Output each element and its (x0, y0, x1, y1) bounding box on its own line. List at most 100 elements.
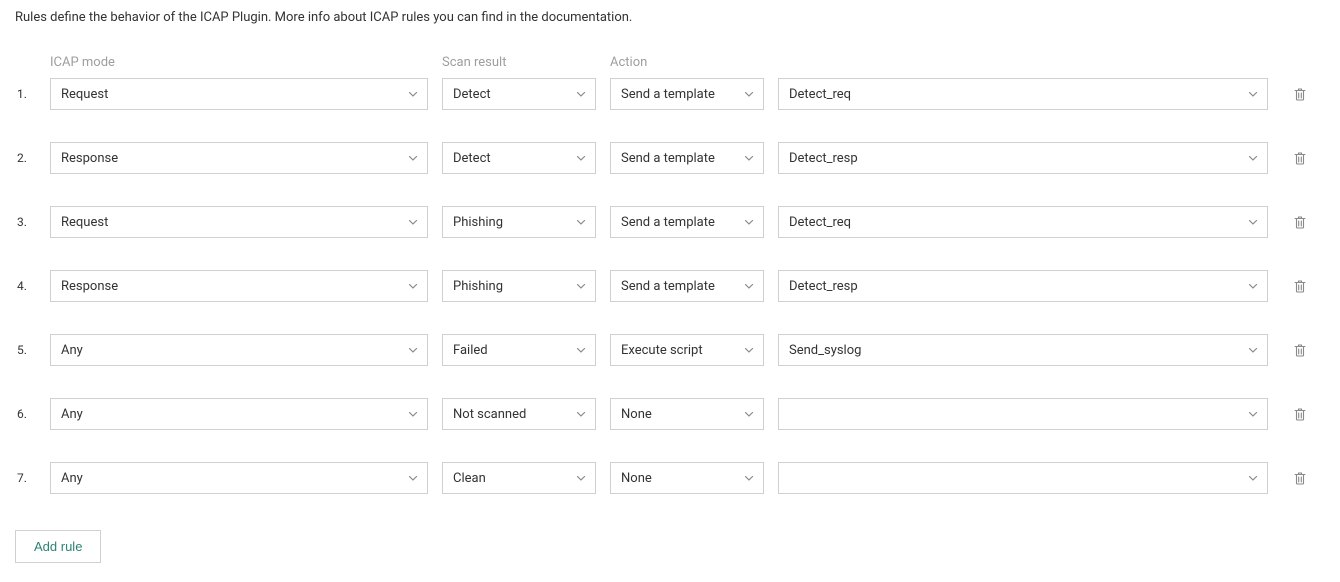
icap-mode-select[interactable]: Response (50, 270, 428, 302)
action-value: Send a template (621, 279, 715, 294)
scan-result-value: Failed (453, 343, 488, 358)
rule-row: 5.Any Failed Execute script Send_syslog (15, 334, 1325, 366)
output-select[interactable]: Detect_req (778, 206, 1268, 238)
rule-row: 3.RequestPhishingSend a templateDetect_r… (15, 206, 1325, 238)
output-select[interactable]: Detect_req (778, 78, 1268, 110)
icap-mode-select[interactable]: Any (50, 334, 428, 366)
scan-result-select[interactable]: Not scanned (442, 398, 596, 430)
chevron-down-icon (575, 216, 587, 228)
output-value: Detect_req (789, 215, 851, 230)
output-value: Detect_resp (789, 151, 858, 166)
chevron-down-icon (407, 152, 419, 164)
chevron-down-icon (575, 280, 587, 292)
scan-result-value: Phishing (453, 215, 503, 230)
output-select[interactable] (778, 462, 1268, 494)
chevron-down-icon (1247, 472, 1259, 484)
add-rule-button[interactable]: Add rule (15, 530, 101, 563)
action-select[interactable]: None (610, 398, 764, 430)
scan-result-value: Detect (453, 87, 491, 102)
scan-result-select[interactable]: Phishing (442, 206, 596, 238)
output-select[interactable]: Send_syslog (778, 334, 1268, 366)
rule-row: 1. Request Detect Send a template Detect_req (15, 78, 1325, 110)
action-value: Send a template (621, 215, 715, 230)
chevron-down-icon (1247, 280, 1259, 292)
rule-number: 1. (15, 87, 50, 101)
action-select[interactable]: None (610, 462, 764, 494)
scan-result-select[interactable]: Detect (442, 142, 596, 174)
trash-icon[interactable] (1292, 342, 1308, 358)
chevron-down-icon (743, 344, 755, 356)
rule-row: 6.AnyNot scannedNone (15, 398, 1325, 430)
action-value: Execute script (621, 343, 703, 358)
icap-mode-select[interactable]: Request (50, 206, 428, 238)
scan-result-value: Clean (453, 471, 486, 486)
chevron-down-icon (575, 152, 587, 164)
chevron-down-icon (743, 216, 755, 228)
icap-mode-value: Response (61, 279, 118, 294)
scan-result-select[interactable]: Detect (442, 78, 596, 110)
scan-result-value: Phishing (453, 279, 503, 294)
scan-result-select[interactable]: Failed (442, 334, 596, 366)
rule-number: 4. (15, 279, 50, 293)
trash-icon[interactable] (1292, 406, 1308, 422)
action-value: None (621, 471, 652, 486)
icap-mode-value: Response (61, 151, 118, 166)
output-select[interactable]: Detect_resp (778, 270, 1268, 302)
trash-icon[interactable] (1292, 214, 1308, 230)
trash-icon[interactable] (1292, 470, 1308, 486)
scan-result-value: Not scanned (453, 407, 526, 422)
scan-result-select[interactable]: Phishing (442, 270, 596, 302)
header-action: Action (610, 55, 647, 70)
rule-number: 2. (15, 151, 50, 165)
output-select[interactable]: Detect_resp (778, 142, 1268, 174)
chevron-down-icon (575, 344, 587, 356)
action-select[interactable]: Send a template (610, 270, 764, 302)
action-select[interactable]: Send a template (610, 206, 764, 238)
chevron-down-icon (743, 280, 755, 292)
action-select[interactable]: Send a template (610, 78, 764, 110)
chevron-down-icon (407, 344, 419, 356)
action-select[interactable]: Execute script (610, 334, 764, 366)
output-select[interactable] (778, 398, 1268, 430)
action-value: Send a template (621, 87, 715, 102)
rule-row: 7. Any Clean None (15, 462, 1325, 494)
action-select[interactable]: Send a template (610, 142, 764, 174)
header-icap-mode: ICAP mode (50, 55, 115, 70)
icap-mode-select[interactable]: Any (50, 398, 428, 430)
rule-number: 5. (15, 343, 50, 357)
action-value: None (621, 407, 652, 422)
trash-icon[interactable] (1292, 86, 1308, 102)
rule-row: 4. Response Phishing Send a template Detect_… (15, 270, 1325, 302)
action-value: Send a template (621, 151, 715, 166)
intro-text: Rules define the behavior of the ICAP Pl… (15, 10, 1325, 25)
trash-icon[interactable] (1292, 150, 1308, 166)
chevron-down-icon (407, 472, 419, 484)
chevron-down-icon (1247, 88, 1259, 100)
chevron-down-icon (407, 88, 419, 100)
icap-mode-select[interactable]: Any (50, 462, 428, 494)
icap-mode-value: Any (61, 471, 83, 486)
trash-icon[interactable] (1292, 278, 1308, 294)
chevron-down-icon (743, 472, 755, 484)
header-scan-result: Scan result (442, 55, 506, 70)
icap-mode-select[interactable]: Request (50, 78, 428, 110)
chevron-down-icon (1247, 344, 1259, 356)
scan-result-value: Detect (453, 151, 491, 166)
rules-table: ICAP mode Scan result Action 1. Request De… (15, 55, 1325, 494)
scan-result-select[interactable]: Clean (442, 462, 596, 494)
icap-mode-value: Any (61, 407, 83, 422)
chevron-down-icon (407, 280, 419, 292)
rule-number: 7. (15, 471, 50, 485)
rule-row: 2. Response Detect Send a template Detect_re… (15, 142, 1325, 174)
chevron-down-icon (407, 216, 419, 228)
chevron-down-icon (743, 88, 755, 100)
output-value: Send_syslog (789, 343, 861, 358)
chevron-down-icon (575, 472, 587, 484)
output-value: Detect_req (789, 87, 851, 102)
header-row: ICAP mode Scan result Action (15, 55, 1325, 70)
icap-mode-value: Request (61, 87, 108, 102)
icap-mode-select[interactable]: Response (50, 142, 428, 174)
chevron-down-icon (1247, 408, 1259, 420)
chevron-down-icon (743, 152, 755, 164)
chevron-down-icon (743, 408, 755, 420)
